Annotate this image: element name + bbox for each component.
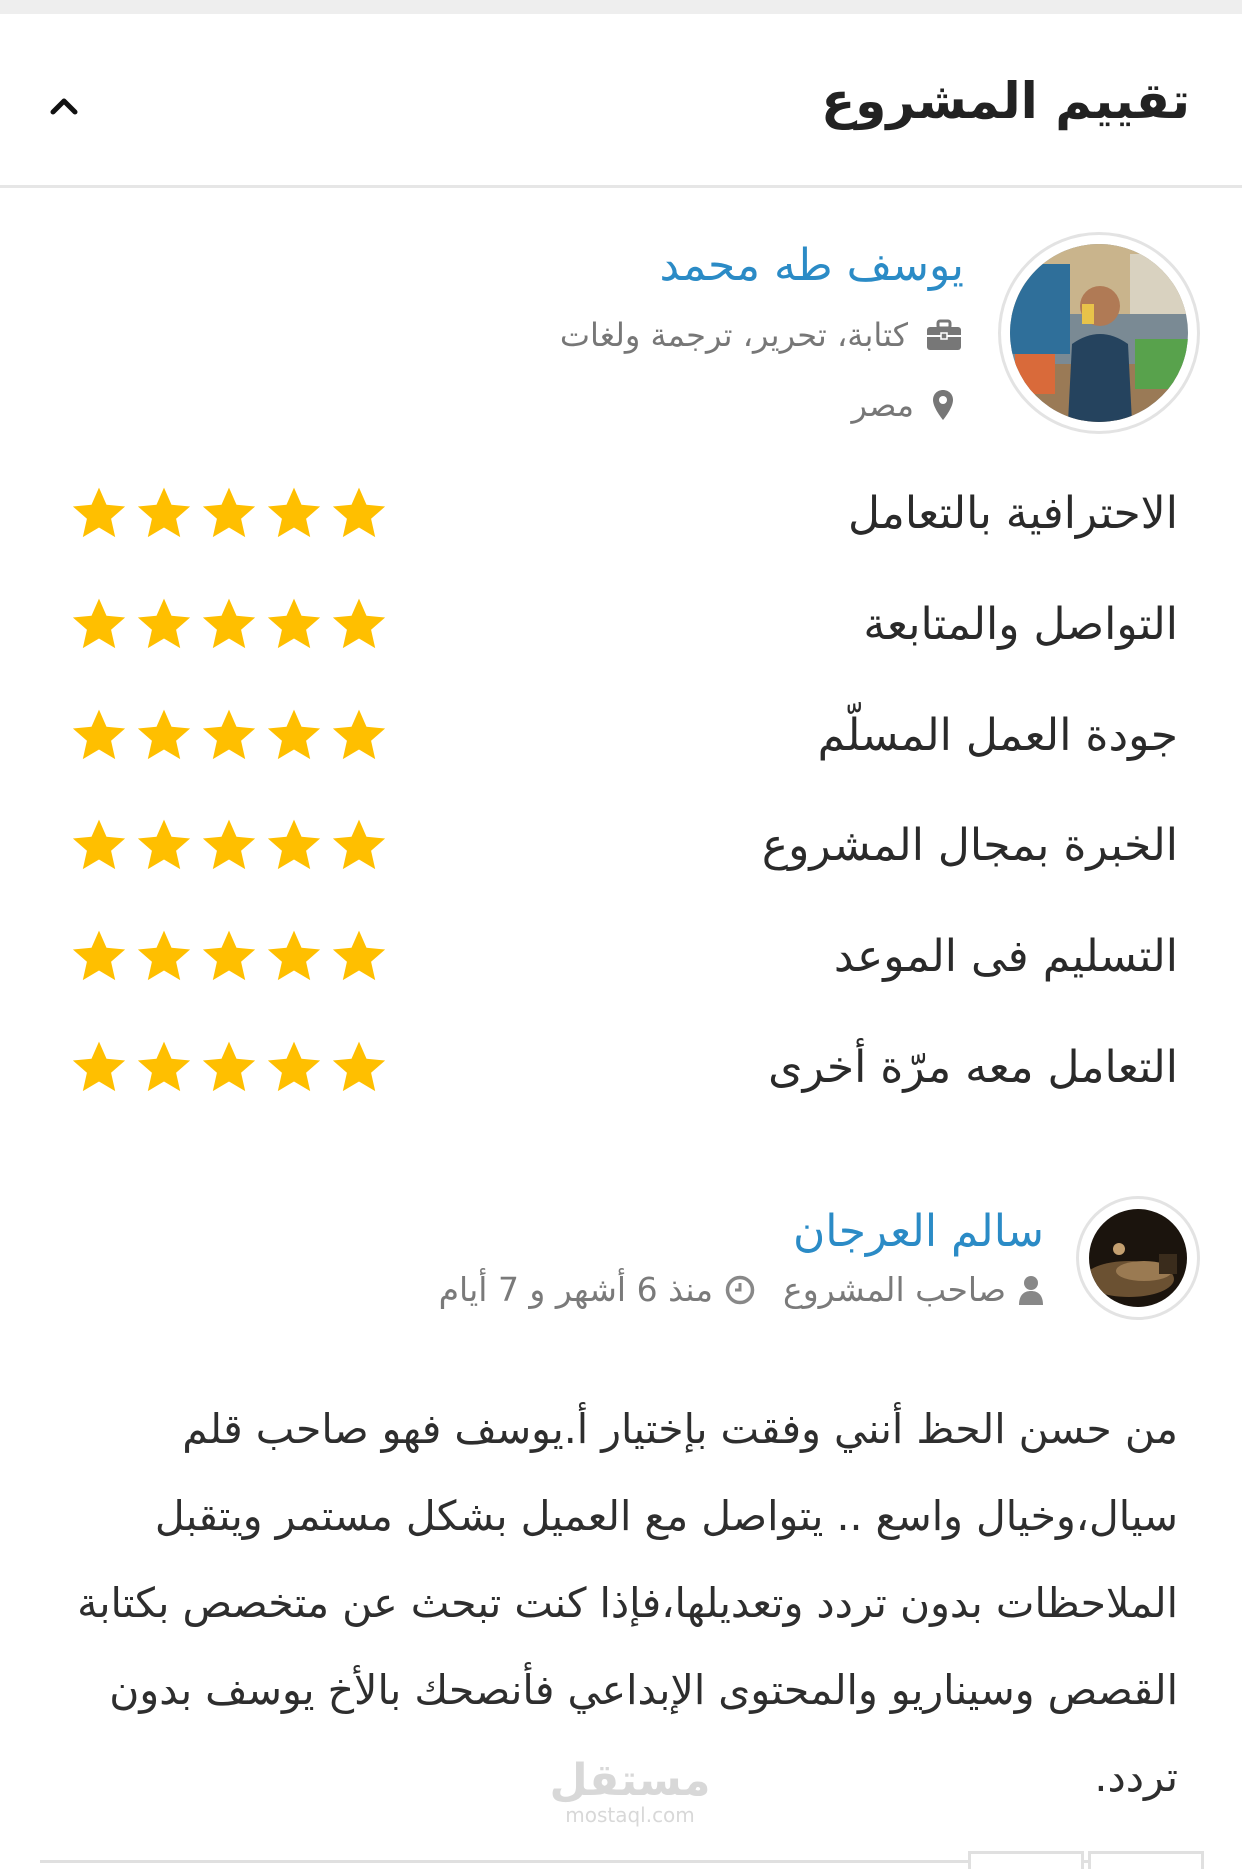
client-role: صاحب المشروع: [783, 1270, 1044, 1309]
map-marker-icon: [933, 390, 953, 420]
freelancer-country: مصر: [851, 386, 954, 424]
bottom-button[interactable]: [968, 1851, 1084, 1869]
rating-label: التعامل معه مرّة أخرى: [768, 1041, 1178, 1093]
freelancer-photo: [1010, 244, 1188, 422]
rating-row: التعامل معه مرّة أخرى: [70, 1032, 1178, 1102]
rating-label: الاحترافية بالتعامل: [847, 487, 1178, 539]
star-icon: [267, 930, 321, 981]
star-icon: [332, 819, 386, 870]
review-meta: صاحب المشروع منذ 6 أشهر و 7 أيام: [439, 1270, 1044, 1309]
star-icon: [72, 487, 126, 538]
star-icon: [267, 709, 321, 760]
panel-header[interactable]: تقييم المشروع: [0, 14, 1242, 188]
star-icon: [332, 1041, 386, 1092]
star-icon: [202, 598, 256, 649]
star-icon: [72, 1041, 126, 1092]
star-icon: [332, 930, 386, 981]
time-text: منذ 6 أشهر و 7 أيام: [438, 1270, 714, 1309]
star-icon: [202, 819, 256, 870]
panel-title: تقييم المشروع: [821, 72, 1190, 130]
country-text: مصر: [851, 386, 914, 424]
star-icon: [267, 819, 321, 870]
star-icon: [72, 930, 126, 981]
client-name-link[interactable]: سالم العرجان: [793, 1206, 1044, 1257]
rating-row: التسليم فى الموعد: [70, 921, 1178, 991]
skills-text: كتابة، تحرير، ترجمة ولغات: [559, 316, 908, 354]
briefcase-icon: [927, 319, 961, 350]
star-icon: [267, 487, 321, 538]
star-icon: [137, 819, 191, 870]
rating-stars: [70, 706, 388, 764]
star-icon: [137, 598, 191, 649]
rating-label: التسليم فى الموعد: [833, 930, 1178, 982]
rating-row: التواصل والمتابعة: [70, 589, 1178, 659]
star-icon: [202, 1041, 256, 1092]
rating-row: الخبرة بمجال المشروع: [70, 810, 1178, 880]
rating-label: الخبرة بمجال المشروع: [761, 819, 1178, 871]
star-icon: [72, 709, 126, 760]
client-photo: [1089, 1209, 1187, 1307]
star-icon: [267, 1041, 321, 1092]
chevron-up-icon: [50, 98, 78, 115]
star-icon: [137, 709, 191, 760]
top-strip: [0, 0, 1242, 14]
rating-stars: [70, 1038, 388, 1096]
star-icon: [332, 487, 386, 538]
review-time: منذ 6 أشهر و 7 أيام: [439, 1270, 755, 1309]
star-icon: [137, 1041, 191, 1092]
client-avatar[interactable]: [1076, 1196, 1200, 1320]
user-icon: [1019, 1275, 1043, 1305]
star-icon: [202, 930, 256, 981]
rating-label: جودة العمل المسلّم: [817, 709, 1178, 761]
rating-row: جودة العمل المسلّم: [70, 700, 1178, 770]
star-icon: [332, 709, 386, 760]
rating-row: الاحترافية بالتعامل: [70, 478, 1178, 548]
clock-icon: [725, 1275, 755, 1304]
rating-stars: [70, 816, 388, 874]
collapse-button[interactable]: [40, 82, 88, 130]
role-text: صاحب المشروع: [783, 1270, 1006, 1309]
rating-label: التواصل والمتابعة: [863, 598, 1178, 650]
star-icon: [332, 598, 386, 649]
freelancer-avatar[interactable]: [998, 232, 1200, 434]
rating-stars: [70, 927, 388, 985]
star-icon: [72, 598, 126, 649]
bottom-button[interactable]: [1088, 1851, 1204, 1869]
rating-stars: [70, 595, 388, 653]
star-icon: [72, 819, 126, 870]
star-icon: [202, 487, 256, 538]
review-text: من حسن الحظ أنني وفقت بإختيار أ.يوسف فهو…: [77, 1405, 1178, 1801]
star-icon: [137, 930, 191, 981]
rating-stars: [70, 484, 388, 542]
star-icon: [137, 487, 191, 538]
star-icon: [267, 598, 321, 649]
freelancer-skills: كتابة، تحرير، ترجمة ولغات: [560, 316, 962, 354]
freelancer-name-link[interactable]: يوسف طه محمد: [660, 240, 964, 291]
star-icon: [202, 709, 256, 760]
